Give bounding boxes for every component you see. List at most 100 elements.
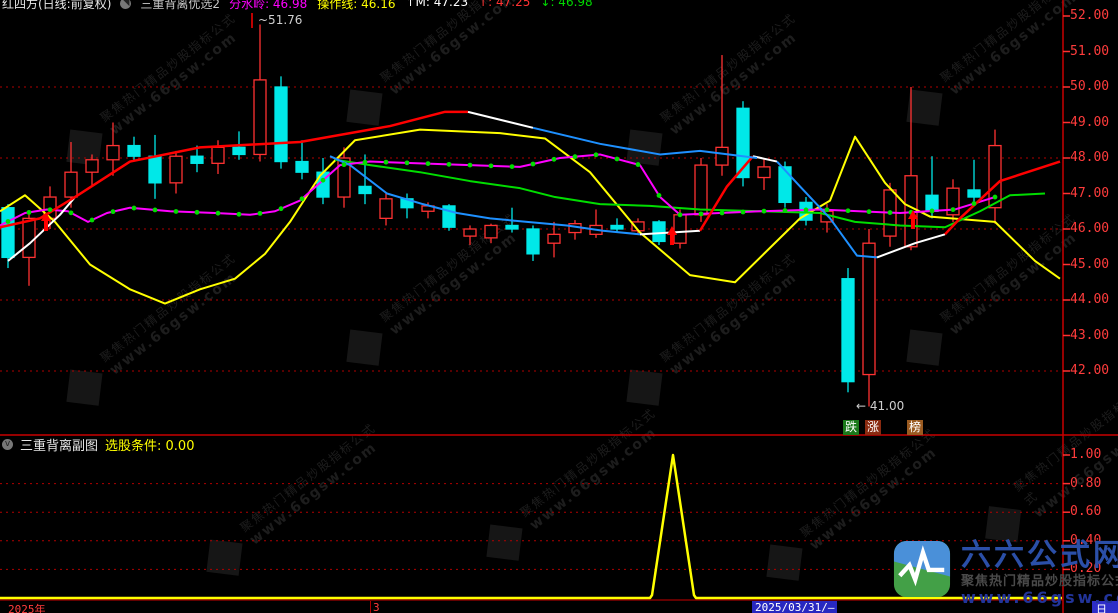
time-axis-year: 2025年: [8, 601, 46, 613]
axis-label: 50.00: [1070, 79, 1109, 94]
magenta-line-dot: [195, 210, 200, 215]
magenta-line-dot: [699, 211, 704, 216]
magenta-line-dot: [48, 207, 53, 212]
white-cap1: [468, 112, 533, 128]
magenta-line-dot: [762, 209, 767, 214]
candle-body: [128, 146, 140, 157]
candle-body: [149, 156, 161, 183]
sub-indicator-value: 选股条件: 0.00: [105, 435, 194, 454]
site-logo-subtitle: 聚焦热门精品炒股指标公式: [961, 575, 1118, 589]
candle-body: [296, 162, 308, 173]
indicator-value: 分水岭: 46.98: [229, 0, 307, 12]
magenta-line-dot: [153, 208, 158, 213]
axis-label: 0.60: [1070, 504, 1101, 519]
magenta-line-dot: [972, 201, 977, 206]
axis-label: 44.00: [1070, 292, 1109, 307]
magenta-line-dot: [804, 207, 809, 212]
candle-body: [548, 234, 560, 243]
indicator-values: 分水岭: 46.98 操作线: 46.16 ↑M: 47.23 ↑: 47.25 ↓: …: [229, 0, 593, 12]
indicator-value: ↑: 47.25: [478, 0, 530, 12]
magenta-line-dot: [363, 160, 368, 165]
candle-body: [779, 167, 791, 203]
candle-body: [65, 172, 77, 197]
candle-body: [842, 279, 854, 382]
magenta-line-dot: [657, 193, 662, 198]
magenta-line-dot: [132, 206, 137, 211]
axis-label: 49.00: [1070, 115, 1109, 130]
candle-body: [485, 225, 497, 237]
red-end: [945, 162, 1060, 235]
site-logo: 六六公式网 聚焦热门精品炒股指标公式 www.66gsw.com: [893, 540, 1118, 607]
magenta-line-dot: [321, 178, 326, 183]
stock-title: 红四方(日线:前复权): [2, 0, 111, 12]
magenta-line-dot: [783, 208, 788, 213]
magenta-line-dot: [720, 211, 725, 216]
rank-button-榜[interactable]: 榜: [907, 420, 923, 435]
magenta-line-dot: [594, 152, 599, 157]
magenta-line-dot: [993, 195, 998, 200]
magenta-line-dot: [237, 212, 242, 217]
indicator-toggle-icon[interactable]: ◥: [120, 0, 131, 9]
magenta-line-dot: [867, 209, 872, 214]
magenta-line-dot: [951, 207, 956, 212]
magenta-line-dot: [573, 154, 578, 159]
candle-body: [275, 87, 287, 162]
magenta-line-dot: [27, 210, 32, 215]
magenta-line-dot: [384, 160, 389, 165]
magenta-line-dot: [90, 218, 95, 223]
axis-label: 47.00: [1070, 186, 1109, 201]
site-logo-title: 六六公式网: [961, 540, 1118, 572]
magenta-line-dot: [552, 157, 557, 162]
axis-label: 43.00: [1070, 328, 1109, 343]
magenta-line-dot: [930, 209, 935, 214]
candle-body: [527, 229, 539, 254]
site-logo-url: www.66gsw.com: [961, 590, 1118, 607]
high-price-annotation: ~51.76: [258, 13, 302, 27]
candle-body: [170, 156, 182, 183]
selected-date-badge[interactable]: 2025/03/31/—: [752, 601, 837, 613]
time-axis-month: 3: [373, 601, 380, 613]
candle-body: [233, 147, 245, 154]
magenta-line-dot: [300, 196, 305, 201]
axis-label: 52.00: [1070, 8, 1109, 23]
axis-label: 45.00: [1070, 257, 1109, 272]
indicator-name[interactable]: 三重背离优选2: [140, 0, 220, 12]
magenta-line-dot: [216, 211, 221, 216]
magenta-line-dot: [825, 207, 830, 212]
magenta-line-dot: [888, 210, 893, 215]
blue-ma: [330, 156, 640, 234]
magenta-line-dot: [447, 162, 452, 167]
candle-body: [863, 243, 875, 374]
low-price-annotation: ← 41.00: [856, 399, 904, 413]
candle-body: [359, 186, 371, 193]
candle-body: [968, 190, 980, 197]
site-logo-icon: [893, 540, 951, 598]
magenta-line-dot: [678, 212, 683, 217]
rank-button-跌[interactable]: 跌: [843, 420, 859, 435]
indicator-value: ↓: 46.98: [540, 0, 592, 12]
candle-body: [86, 160, 98, 172]
candle-body: [695, 165, 707, 215]
sub-indicator-header: v 三重背离副图 选股条件: 0.00: [2, 437, 194, 452]
main-chart-canvas[interactable]: [0, 0, 1118, 613]
axis-label: 51.00: [1070, 44, 1109, 59]
candle-body: [2, 208, 14, 258]
magenta-line-dot: [426, 161, 431, 166]
axis-label: 48.00: [1070, 150, 1109, 165]
rank-button-涨[interactable]: 涨: [865, 420, 881, 435]
magenta-line-dot: [741, 210, 746, 215]
candle-body: [716, 147, 728, 165]
candle-body: [758, 167, 770, 178]
indicator-value: ↑M: 47.23: [406, 0, 469, 12]
magenta-line-dot: [342, 162, 347, 167]
sub-indicator-name[interactable]: 三重背离副图: [20, 435, 98, 454]
magenta-line-dot: [6, 219, 11, 224]
candle-body: [464, 229, 476, 236]
magenta-line-dot: [174, 209, 179, 214]
indicator-value: 操作线: 46.16: [317, 0, 395, 12]
candle-body: [674, 215, 686, 243]
candle-body: [107, 146, 119, 160]
candle-body: [212, 147, 224, 163]
candle-body: [380, 199, 392, 219]
collapse-sub-panel-icon[interactable]: v: [2, 439, 13, 450]
